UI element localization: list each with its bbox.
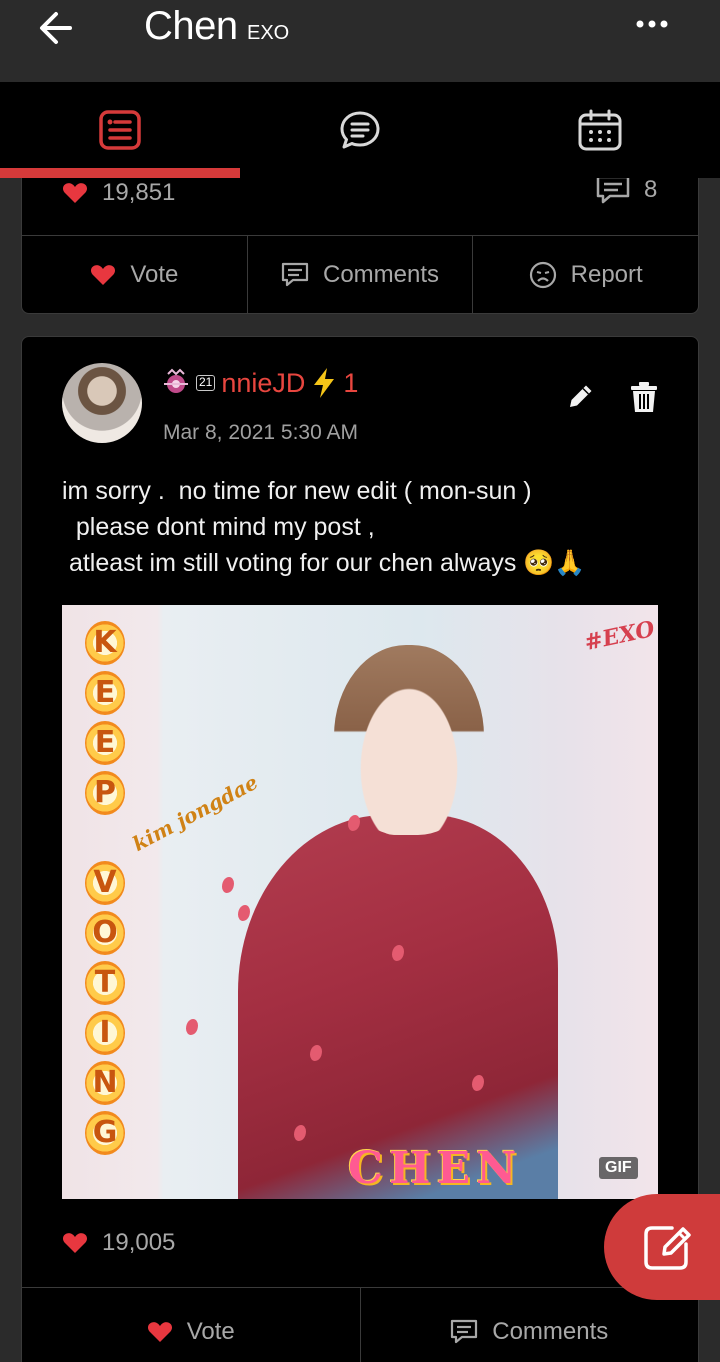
image-hashtag: #EXO [582,615,657,657]
report-button[interactable]: Report [473,236,698,313]
compose-button[interactable] [604,1194,720,1300]
heart-icon [147,1321,172,1342]
like-count-value: 19,005 [102,1229,176,1256]
tab-calendar[interactable] [480,82,720,178]
more-options-icon[interactable] [632,12,672,36]
compose-icon [644,1226,691,1270]
comments-label: Comments [322,260,440,288]
author-name[interactable]: nnieJD [221,368,305,399]
author-suffix: 1 [343,367,359,398]
comment-icon [596,178,630,204]
chat-bubble-icon [340,111,380,149]
bubble-letter: N [85,1061,125,1105]
pencil-icon[interactable] [566,381,596,411]
list-icon [99,110,141,150]
heart-icon [62,183,88,203]
calendar-icon [578,109,622,151]
back-arrow-icon[interactable] [36,8,80,48]
comment-count-value: 8 [644,178,658,203]
bubble-letter: V [85,861,125,905]
post-image[interactable]: K E E P V O T I N G kim jongdae #EXO CHE… [62,605,658,1199]
tab-chat[interactable] [240,82,480,178]
post-date: Mar 8, 2021 5:30 AM [163,421,358,444]
comment-icon [281,262,309,286]
page-subtitle: EXO [247,22,290,44]
author-row[interactable]: 21 nnieJD 1 [162,367,358,399]
comments-label: Comments [492,1317,609,1345]
bubble-letter: G [85,1111,125,1155]
tab-posts[interactable] [0,82,240,178]
comments-button[interactable]: Comments [248,236,474,313]
bubble-letter: K [85,621,125,665]
keep-voting-letters: K E E P V O T I N G [80,621,130,1161]
image-chen-text: CHEN [348,1143,523,1194]
tab-bar [0,82,720,178]
comment-count: 8 [596,178,657,205]
bubble-letter: P [85,771,125,815]
vote-label: Vote [130,260,179,288]
bubble-letter: O [85,911,125,955]
bubble-letter: E [85,721,125,765]
vote-button[interactable]: Vote [22,1288,361,1362]
image-script-text: kim jongdae [128,769,262,857]
bubble-letter: T [85,961,125,1005]
petal [222,877,234,893]
petal [186,1019,198,1035]
action-bar: Vote Comments [22,1287,698,1362]
level-badge: 21 [196,375,216,391]
like-count: 19,005 [62,1229,175,1257]
post-feed[interactable]: 19,851 8 Vote Comments Report 21 nnieJD … [0,178,720,1362]
vote-button[interactable]: Vote [22,236,248,313]
app-header: Chen EXO [0,0,720,82]
page-title: Chen [144,4,238,48]
post-body-text: im sorry . no time for new edit ( mon-su… [62,477,586,577]
report-label: Report [570,260,643,288]
like-count: 19,851 [62,179,175,207]
trash-icon[interactable] [630,381,658,413]
comment-icon [451,1319,478,1343]
figure-head [334,645,484,835]
gif-badge: GIF [599,1157,638,1179]
post-card: 19,851 8 Vote Comments Report [21,178,699,314]
lightning-icon [314,368,335,398]
crown-badge-icon [164,368,188,393]
post-card: 21 nnieJD 1 Mar 8, 2021 5:30 AM im sorry… [21,336,699,1362]
heart-icon [91,264,116,285]
bubble-letter: I [85,1011,125,1055]
avatar[interactable] [62,363,142,443]
sad-face-icon [529,261,556,288]
active-tab-indicator [0,168,240,178]
petal [238,905,250,921]
action-bar: Vote Comments Report [22,235,698,313]
like-count-value: 19,851 [102,179,176,206]
heart-icon [62,1233,88,1253]
figure-body [238,815,558,1199]
bubble-letter: E [85,671,125,715]
vote-label: Vote [186,1317,235,1345]
